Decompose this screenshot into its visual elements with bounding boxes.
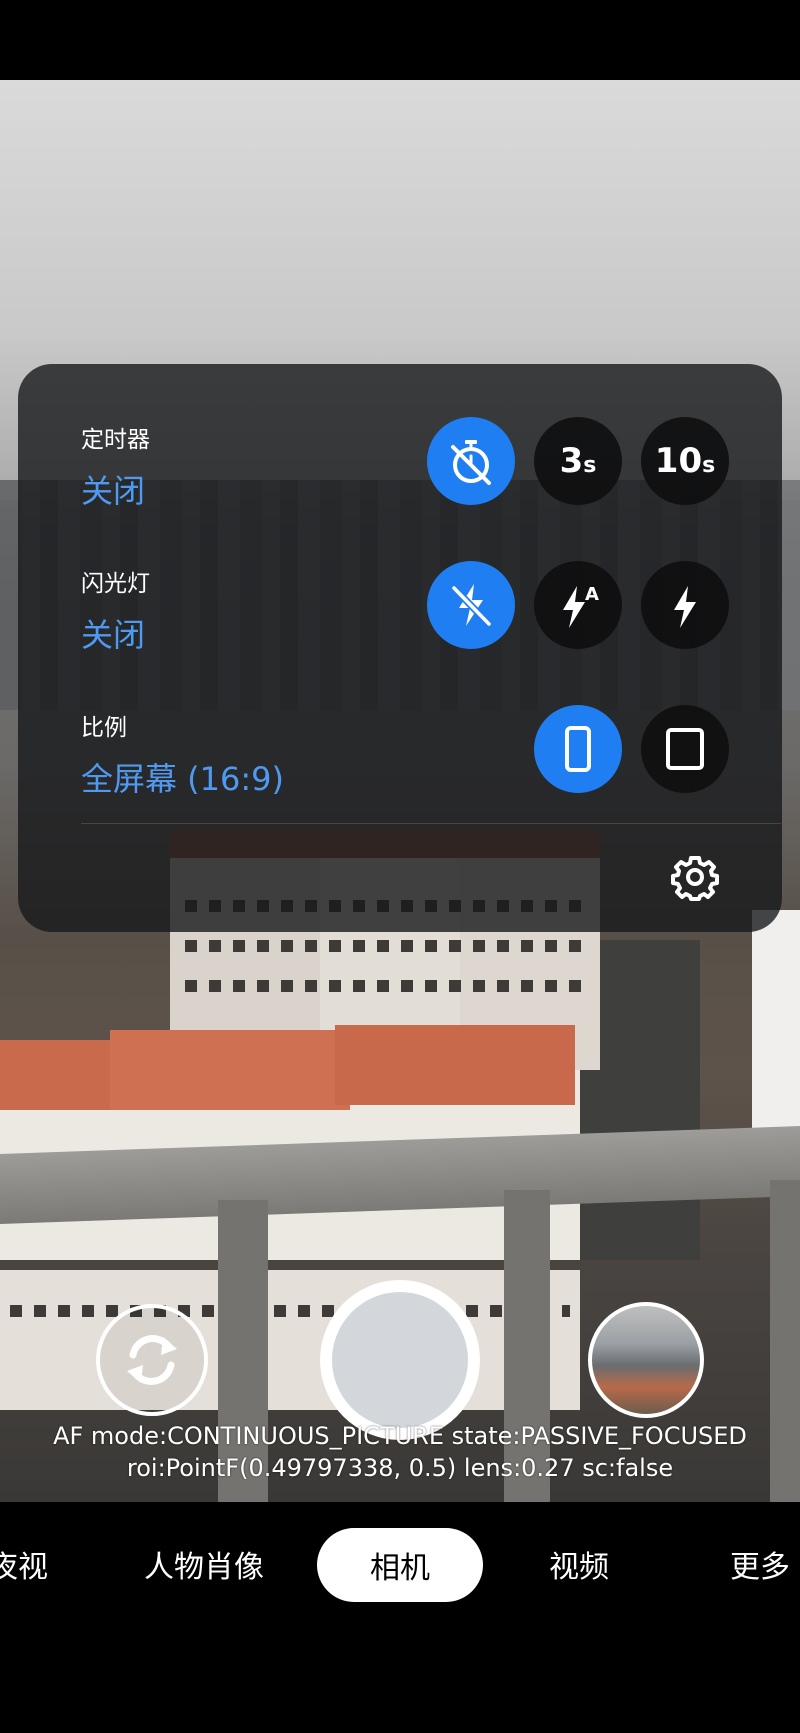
timer-off-icon [451, 440, 491, 485]
mode-video[interactable]: 视频 [549, 1542, 609, 1586]
gear-icon [671, 856, 719, 901]
camera-settings-panel: 定时器 关闭 3s 10s 闪光灯 关闭 A 比例 全屏幕 (16:9) [18, 364, 782, 932]
debug-roi-line: roi:PointF(0.49797338, 0.5) lens:0.27 sc… [126, 1454, 674, 1482]
flash-value: 关闭 [81, 616, 146, 654]
timer-10s-button[interactable]: 10s [641, 417, 729, 505]
switch-camera-button[interactable] [96, 1304, 208, 1416]
gallery-thumbnail[interactable] [588, 1302, 704, 1418]
timer-10s-label: 10s [654, 441, 716, 481]
timer-value: 关闭 [81, 472, 146, 510]
shutter-button[interactable] [320, 1280, 480, 1440]
ratio-square-icon [666, 728, 704, 770]
timer-3s-button[interactable]: 3s [534, 417, 622, 505]
ratio-standard-button[interactable] [641, 705, 729, 793]
settings-button[interactable] [666, 848, 724, 906]
ratio-value: 全屏幕 (16:9) [81, 760, 285, 798]
timer-title: 定时器 [81, 427, 150, 453]
flash-title: 闪光灯 [81, 571, 150, 597]
mode-night[interactable]: 夜视 [0, 1542, 48, 1586]
flash-on-icon [674, 586, 696, 628]
flash-auto-button[interactable]: A [534, 561, 622, 649]
mode-selector: 夜视 人物肖像 相机 视频 更多 [0, 1502, 800, 1733]
ratio-title: 比例 [81, 715, 127, 741]
mode-portrait[interactable]: 人物肖像 [144, 1542, 264, 1586]
mode-more[interactable]: 更多 [730, 1542, 790, 1586]
ratio-tall-icon [565, 726, 591, 772]
flash-off-icon [450, 584, 493, 628]
shutter-inner [332, 1292, 468, 1428]
flash-on-button[interactable] [641, 561, 729, 649]
timer-3s-label: 3s [559, 441, 597, 481]
panel-divider [81, 823, 781, 824]
mode-camera[interactable]: 相机 [317, 1528, 483, 1602]
ratio-full-button[interactable] [534, 705, 622, 793]
flash-auto-badge: A [585, 584, 599, 605]
debug-af-line: AF mode:CONTINUOUS_PICTURE state:PASSIVE… [53, 1422, 747, 1450]
switch-camera-icon [127, 1335, 177, 1385]
flash-auto-icon: A [563, 584, 599, 628]
flash-off-button[interactable] [427, 561, 515, 649]
timer-off-button[interactable] [427, 417, 515, 505]
